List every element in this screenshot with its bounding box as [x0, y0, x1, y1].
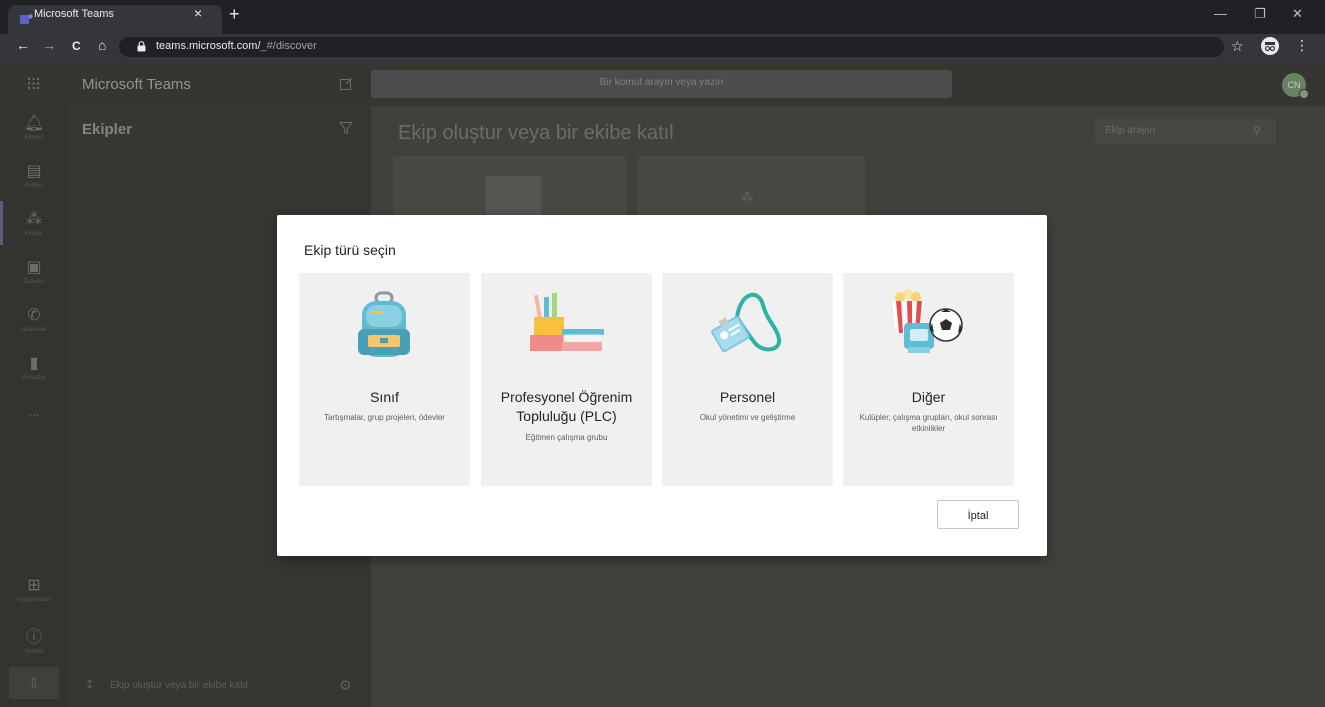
lock-icon — [137, 41, 146, 52]
team-type-other-card[interactable]: Diğer Kulüpler, çalışma grupları, okul s… — [843, 273, 1014, 486]
forward-button[interactable]: → — [42, 37, 56, 53]
card-title: Diğer — [911, 389, 946, 405]
back-button[interactable]: ← — [16, 37, 30, 53]
tab-close-icon[interactable]: × — [194, 5, 202, 21]
badge-lanyard-icon — [711, 292, 782, 353]
close-window-icon[interactable]: ✕ — [1292, 6, 1303, 22]
teams-favicon-icon — [20, 14, 33, 24]
url-text: teams.microsoft.com/_#/discover — [156, 40, 317, 52]
restore-icon[interactable]: ❐ — [1254, 6, 1266, 22]
books-pencils-icon — [530, 293, 604, 351]
team-type-staff-card[interactable]: Personel Okul yönetimi ve geliştirme — [662, 273, 833, 486]
choose-team-type-dialog: Ekip türü seçin Sınıf Tartışmalar, grup … — [277, 215, 1047, 556]
bookmark-star-icon[interactable]: ☆ — [1231, 38, 1244, 55]
tab-title: Microsoft Teams — [34, 8, 114, 20]
profile-incognito-icon[interactable] — [1261, 37, 1279, 55]
card-description: Eğitmen çalışma grubu — [525, 433, 608, 442]
browser-menu-icon[interactable]: ⋮ — [1295, 37, 1309, 54]
popcorn-ball-icon — [892, 289, 963, 353]
team-type-class-card[interactable]: Sınıf Tartışmalar, grup projeleri, ödevl… — [299, 273, 470, 486]
home-button[interactable]: ⌂ — [98, 37, 106, 53]
reload-button[interactable]: C — [72, 39, 81, 53]
dialog-title: Ekip türü seçin — [304, 242, 396, 258]
new-tab-button[interactable]: + — [229, 4, 240, 25]
minimize-icon[interactable]: — — [1214, 6, 1227, 21]
team-type-plc-card[interactable]: Profesyonel Öğrenim Topluluğu (PLC) Eğit… — [481, 273, 652, 486]
card-description: Tartışmalar, grup projeleri, ödevler — [324, 413, 445, 422]
backpack-icon — [358, 291, 410, 357]
card-description: Kulüpler, çalışma grupları, okul sonrası… — [859, 413, 998, 433]
cancel-button[interactable]: İptal — [937, 500, 1019, 529]
card-title: Personel — [719, 389, 776, 405]
card-title: Sınıf — [370, 389, 399, 405]
card-title: Profesyonel Öğrenim Topluluğu (PLC) — [500, 389, 633, 424]
card-description: Okul yönetimi ve geliştirme — [699, 413, 796, 422]
